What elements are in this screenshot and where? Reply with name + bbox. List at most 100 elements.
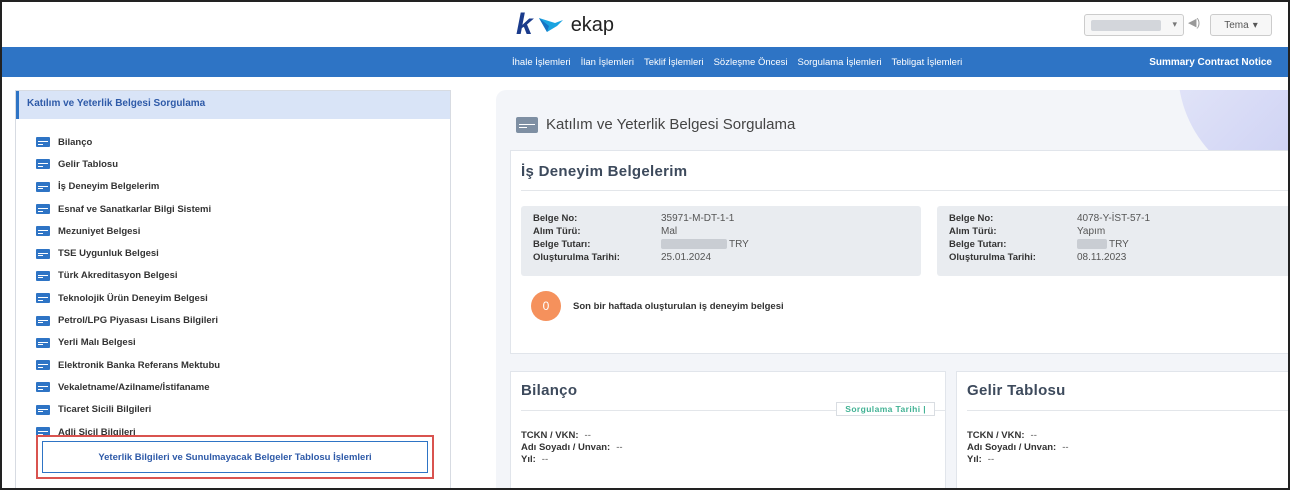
olusturulma-value: 25.01.2024 xyxy=(661,252,712,263)
card-icon xyxy=(36,337,50,348)
tckn-label: TCKN / VKN: xyxy=(521,430,579,441)
sidebar-item-tse[interactable]: TSE Uygunluk Belgesi xyxy=(16,242,450,264)
card-icon xyxy=(36,360,50,371)
sidebar-item-label: TSE Uygunluk Belgesi xyxy=(58,248,159,260)
experience-card[interactable]: Belge No: 35971-M-DT-1-1 Alım Türü: Mal Be… xyxy=(521,206,921,276)
sidebar-item-esnaf[interactable]: Esnaf ve Sanatkarlar Bilgi Sistemi xyxy=(16,198,450,220)
sidebar-item-label: Vekaletname/Azilname/İstifaname xyxy=(58,381,210,393)
sidebar-item-label: Gelir Tablosu xyxy=(58,158,119,170)
olusturulma-value: 08.11.2023 xyxy=(1077,252,1127,263)
olusturulma-label: Oluşturulma Tarihi: xyxy=(533,252,620,263)
bilanco-info: TCKN / VKN: -- Adı Soyadı / Unvan: -- Yıl:… xyxy=(521,430,623,466)
count-badge: 0 xyxy=(531,291,561,321)
chevron-down-icon: ▾ xyxy=(1252,19,1258,31)
theme-label: Tema xyxy=(1224,19,1249,31)
user-select[interactable]: ▾ xyxy=(1084,14,1184,36)
sidebar-item-mezuniyet[interactable]: Mezuniyet Belgesi xyxy=(16,220,450,242)
alim-turu-value: Yapım xyxy=(1077,226,1106,237)
alim-turu-value: Mal xyxy=(661,226,678,237)
belge-tutari-label: Belge Tutarı: xyxy=(949,239,1007,250)
belge-no-label: Belge No: xyxy=(949,213,994,224)
nav-sozlesme-oncesi[interactable]: Sözleşme Öncesi xyxy=(714,57,788,68)
yil-value: -- xyxy=(541,454,549,465)
nav-menu: İhale İşlemleri İlan İşlemleri Teklif İş… xyxy=(512,47,962,77)
sidebar-item-label: Esnaf ve Sanatkarlar Bilgi Sistemi xyxy=(58,203,212,215)
count-label: Son bir haftada oluşturulan iş deneyim b… xyxy=(573,300,784,312)
gelir-info: TCKN / VKN: -- Adı Soyadı / Unvan: -- Yıl:… xyxy=(967,430,1069,466)
sidebar-title: Katılım ve Yeterlik Belgesi Sorgulama xyxy=(16,91,450,119)
bilanco-panel-title: Bilanço xyxy=(521,382,578,399)
experience-panel-title: İş Deneyim Belgelerim xyxy=(521,163,688,180)
theme-button[interactable]: Tema ▾ xyxy=(1210,14,1272,36)
sidebar-item-teknolojik-urun[interactable]: Teknolojik Ürün Deneyim Belgesi xyxy=(16,287,450,309)
gelir-tablosu-panel: Gelir Tablosu TCKN / VKN: -- Adı Soyadı /… xyxy=(956,371,1288,488)
sidebar-item-banka-referans[interactable]: Elektronik Banka Referans Mektubu xyxy=(16,354,450,376)
belge-no-label: Belge No: xyxy=(533,213,578,224)
sidebar: Katılım ve Yeterlik Belgesi Sorgulama Bi… xyxy=(15,90,451,488)
nav-sorgulama[interactable]: Sorgulama İşlemleri xyxy=(798,57,882,68)
ekap-logo[interactable]: k ekap xyxy=(516,8,614,42)
olusturulma-label: Oluşturulma Tarihi: xyxy=(949,252,1036,263)
k-logo-icon: k xyxy=(516,8,533,41)
gelir-panel-title: Gelir Tablosu xyxy=(967,382,1066,399)
main-content: Katılım ve Yeterlik Belgesi Sorgulama İş… xyxy=(496,90,1288,488)
experience-panel: İş Deneyim Belgelerim Belge No: 35971-M-D… xyxy=(510,150,1288,354)
sidebar-item-turk-akreditasyon[interactable]: Türk Akreditasyon Belgesi xyxy=(16,265,450,287)
card-icon xyxy=(36,382,50,393)
divider xyxy=(967,410,1288,411)
sidebar-item-label: Yerli Malı Belgesi xyxy=(58,337,136,349)
currency: TRY xyxy=(729,239,749,250)
redacted-user-name xyxy=(1091,20,1161,31)
sidebar-item-label: Petrol/LPG Piyasası Lisans Bilgileri xyxy=(58,315,218,327)
sidebar-item-bilanco[interactable]: Bilanço xyxy=(16,131,450,153)
card-icon xyxy=(36,270,50,281)
sidebar-item-label: Ticaret Sicili Bilgileri xyxy=(58,404,152,416)
chevron-down-icon: ▾ xyxy=(1172,19,1177,29)
belge-tutari-label: Belge Tutarı: xyxy=(533,239,591,250)
sidebar-item-yerli-mali[interactable]: Yerli Malı Belgesi xyxy=(16,332,450,354)
sidebar-item-label: Bilanço xyxy=(58,136,93,148)
query-date-tag: Sorgulama Tarihi | xyxy=(836,402,935,416)
sidebar-item-label: Teknolojik Ürün Deneyim Belgesi xyxy=(58,292,208,304)
nav-tebligat[interactable]: Tebligat İşlemleri xyxy=(891,57,962,68)
card-icon xyxy=(36,315,50,326)
weekly-count: 0 Son bir haftada oluşturulan iş deneyim… xyxy=(531,291,784,321)
tckn-label: TCKN / VKN: xyxy=(967,430,1025,441)
experience-card[interactable]: Belge No: 4078-Y-İST-57-1 Alım Türü: Yapım… xyxy=(937,206,1288,276)
redacted-amount xyxy=(661,239,727,250)
app-frame: k ekap ▾ ◀) Tema ▾ İhale İşlemleri İlan … xyxy=(0,0,1290,490)
nav-ihale[interactable]: İhale İşlemleri xyxy=(512,57,571,68)
currency: TRY xyxy=(1109,239,1129,250)
sidebar-item-is-deneyim[interactable]: İş Deneyim Belgelerim xyxy=(16,176,450,198)
nav-ilan[interactable]: İlan İşlemleri xyxy=(581,57,634,68)
yil-value: -- xyxy=(987,454,995,465)
sidebar-item-label: Elektronik Banka Referans Mektubu xyxy=(58,359,221,371)
sidebar-item-gelir-tablosu[interactable]: Gelir Tablosu xyxy=(16,153,450,175)
unvan-label: Adı Soyadı / Unvan: xyxy=(521,442,611,453)
sidebar-item-petrol-lpg[interactable]: Petrol/LPG Piyasası Lisans Bilgileri xyxy=(16,309,450,331)
page-title-text: Katılım ve Yeterlik Belgesi Sorgulama xyxy=(546,116,796,133)
belge-no-value: 4078-Y-İST-57-1 xyxy=(1077,213,1151,224)
belge-no-value: 35971-M-DT-1-1 xyxy=(661,213,735,224)
tckn-value: -- xyxy=(584,430,591,441)
sidebar-item-ticaret-sicili[interactable]: Ticaret Sicili Bilgileri xyxy=(16,399,450,421)
sidebar-item-vekaletname[interactable]: Vekaletname/Azilname/İstifaname xyxy=(16,376,450,398)
yeterlik-tablosu-button[interactable]: Yeterlik Bilgileri ve Sunulmayacak Belge… xyxy=(42,441,428,473)
sidebar-item-label: Türk Akreditasyon Belgesi xyxy=(58,270,178,282)
yil-label: Yıl: xyxy=(967,454,982,465)
nav-summary-contract-notice[interactable]: Summary Contract Notice xyxy=(1149,47,1272,77)
card-icon xyxy=(516,116,538,133)
card-icon xyxy=(36,248,50,259)
card-icon xyxy=(36,293,50,304)
divider xyxy=(521,190,1288,191)
highlighted-table-button-frame: Yeterlik Bilgileri ve Sunulmayacak Belge… xyxy=(36,435,434,479)
yil-label: Yıl: xyxy=(521,454,536,465)
sidebar-item-label: Mezuniyet Belgesi xyxy=(58,225,141,237)
card-icon xyxy=(36,204,50,215)
card-icon xyxy=(36,226,50,237)
bilanco-panel: Bilanço Sorgulama Tarihi | TCKN / VKN: --… xyxy=(510,371,946,488)
speaker-icon[interactable]: ◀) xyxy=(1188,16,1200,29)
card-icon xyxy=(36,404,50,415)
nav-teklif[interactable]: Teklif İşlemleri xyxy=(644,57,704,68)
bird-logo-icon xyxy=(538,18,563,32)
